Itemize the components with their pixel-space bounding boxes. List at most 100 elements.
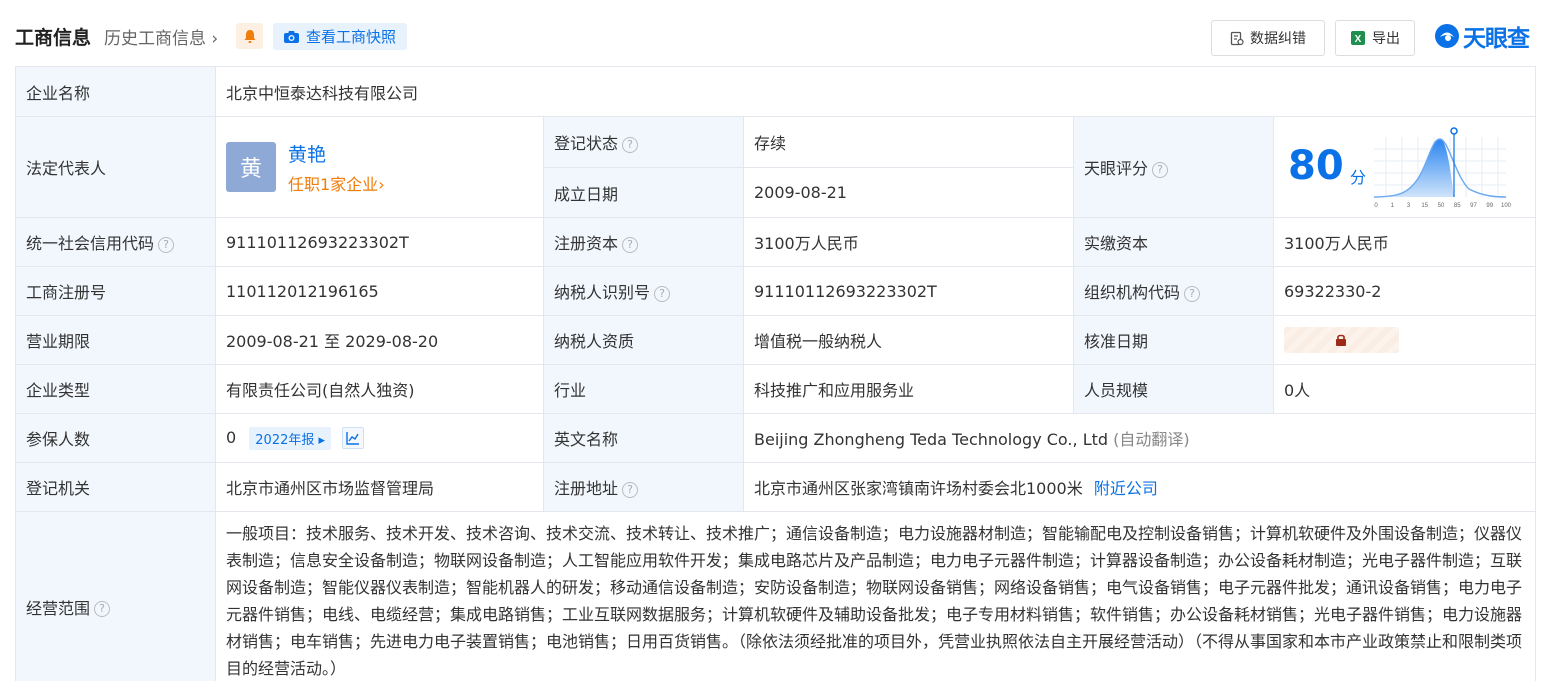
score-tick-label: 1 <box>1391 203 1395 209</box>
help-icon[interactable]: ? <box>622 481 639 498</box>
status-value: 存续 <box>743 116 1074 168</box>
edit-doc-icon <box>1230 31 1244 45</box>
score-tick-label: 3 <box>1407 203 1411 209</box>
section-header: 工商信息 历史工商信息 › 查看工商快照 数据纠错 X 导出 天眼查 <box>0 0 1550 66</box>
address-label: 注册地址 <box>554 479 619 498</box>
insured-cell: 0 2022年报 ▸ <box>215 413 544 463</box>
approve-date-cell <box>1272 315 1537 365</box>
tax-id-label-cell: 纳税人识别号? <box>543 266 744 316</box>
en-name-cell: Beijing Zhongheng Teda Technology Co., L… <box>742 413 1537 463</box>
insured-label: 参保人数 <box>15 413 216 463</box>
authority: 北京市通州区市场监督管理局 <box>215 462 544 512</box>
paid-capital-label: 实缴资本 <box>1073 217 1274 267</box>
legal-rep-label: 法定代表人 <box>15 116 216 218</box>
data-correct-button[interactable]: 数据纠错 <box>1211 20 1325 56</box>
table-row: 企业名称 北京中恒泰达科技有限公司 <box>15 66 1537 117</box>
history-link-label: 历史工商信息 <box>104 29 206 49</box>
found-date: 2009-08-21 <box>743 167 1074 218</box>
tax-id-label: 纳税人识别号 <box>554 283 651 302</box>
org-code: 69322330-2 <box>1272 266 1537 316</box>
credit-code-label-cell: 统一社会信用代码? <box>15 217 216 267</box>
legal-rep-positions[interactable]: 任职1家企业› <box>288 171 385 195</box>
org-code-label: 组织机构代码 <box>1084 283 1181 302</box>
legal-rep-cell: 黄 黄艳 任职1家企业› <box>215 116 544 218</box>
locked-value[interactable] <box>1284 327 1399 353</box>
table-row: 法定代表人 黄 黄艳 任职1家企业› 登记状态? 存续 天眼评分? 80 分 0… <box>15 116 1537 218</box>
scope-label-cell: 经营范围? <box>15 511 216 681</box>
help-icon[interactable]: ? <box>622 236 639 253</box>
score-distribution-chart: 0 1 3 15 50 85 97 99 100 <box>1374 127 1512 209</box>
score-unit: 分 <box>1350 168 1367 187</box>
bell-button[interactable] <box>236 23 263 49</box>
score-cell[interactable]: 80 分 0 1 3 15 50 85 97 99 100 <box>1272 116 1537 218</box>
snapshot-button[interactable]: 查看工商快照 <box>273 23 407 50</box>
trend-chart-icon <box>346 432 360 445</box>
credit-code: 91110112693223302T <box>215 217 544 267</box>
authority-label: 登记机关 <box>15 462 216 512</box>
credit-code-label: 统一社会信用代码 <box>26 234 155 253</box>
tianyancha-logo[interactable]: 天眼查 <box>1434 20 1530 52</box>
legal-rep-positions-label: 任职1家企业 <box>288 174 379 194</box>
business-scope: 一般项目：技术服务、技术开发、技术咨询、技术交流、技术转让、技术推广；通信设备制… <box>226 524 1523 678</box>
tax-qual: 增值税一般纳税人 <box>743 315 1074 365</box>
found-date-label: 成立日期 <box>543 167 744 218</box>
table-row: 营业期限 2009-08-21 至 2029-08-20 纳税人资质 增值税一般… <box>15 315 1537 365</box>
lock-icon <box>1336 334 1346 346</box>
scope-cell: 一般项目：技术服务、技术开发、技术咨询、技术交流、技术转让、技术推广；通信设备制… <box>214 511 1537 681</box>
paid-capital: 3100万人民币 <box>1272 217 1537 267</box>
chevron-right-icon: › <box>378 174 385 194</box>
table-row: 统一社会信用代码? 91110112693223302T 注册资本? 3100万… <box>15 217 1537 267</box>
en-name: Beijing Zhongheng Teda Technology Co., L… <box>754 430 1109 449</box>
address-cell: 北京市通州区张家湾镇南许场村委会北1000米 附近公司 <box>742 462 1537 512</box>
help-icon[interactable]: ? <box>1184 285 1201 302</box>
trend-chart-button[interactable] <box>342 427 365 449</box>
score-label-cell: 天眼评分? <box>1073 116 1274 218</box>
avatar[interactable]: 黄 <box>226 142 276 192</box>
auto-translate-note: (自动翻译) <box>1113 430 1190 449</box>
scope-label: 经营范围 <box>26 598 91 618</box>
snapshot-label: 查看工商快照 <box>306 28 397 46</box>
score-tick-label: 85 <box>1454 203 1461 209</box>
type-label: 企业类型 <box>15 364 216 414</box>
bell-icon <box>244 29 255 43</box>
score-label: 天眼评分 <box>1084 159 1149 178</box>
business-info-table: 企业名称 北京中恒泰达科技有限公司 法定代表人 黄 黄艳 任职1家企业› 登记状… <box>15 66 1537 681</box>
score-tick-label: 99 <box>1486 203 1493 209</box>
help-icon[interactable]: ? <box>622 136 639 153</box>
help-icon[interactable]: ? <box>158 236 175 253</box>
legal-rep-name[interactable]: 黄艳 <box>288 140 385 167</box>
org-code-label-cell: 组织机构代码? <box>1073 266 1274 316</box>
caret-right-icon: ▸ <box>318 432 326 448</box>
logo-eye-icon <box>1435 24 1459 48</box>
address: 北京市通州区张家湾镇南许场村委会北1000米 <box>754 479 1083 498</box>
status-label-cell: 登记状态? <box>543 116 744 168</box>
reg-no-label: 工商注册号 <box>15 266 216 316</box>
table-row: 企业类型 有限责任公司(自然人独资) 行业 科技推广和应用服务业 人员规模 0人 <box>15 364 1537 414</box>
score-tick-label: 97 <box>1470 203 1477 209</box>
data-correct-label: 数据纠错 <box>1250 31 1306 47</box>
help-icon[interactable]: ? <box>654 285 671 302</box>
chevron-right-icon: › <box>211 29 219 49</box>
reg-capital: 3100万人民币 <box>743 217 1074 267</box>
annual-report-tag[interactable]: 2022年报 ▸ <box>249 426 332 450</box>
insured-count: 0 <box>226 427 237 447</box>
export-button[interactable]: X 导出 <box>1335 20 1415 56</box>
company-type: 有限责任公司(自然人独资) <box>215 364 544 414</box>
camera-icon <box>284 30 299 43</box>
reg-no: 110112012196165 <box>215 266 544 316</box>
help-icon[interactable]: ? <box>1152 161 1169 178</box>
industry: 科技推广和应用服务业 <box>743 364 1074 414</box>
table-row: 参保人数 0 2022年报 ▸ 英文名称 Beijing Zhongheng T… <box>15 413 1537 463</box>
tax-qual-label: 纳税人资质 <box>543 315 744 365</box>
history-link[interactable]: 历史工商信息 › <box>104 24 218 49</box>
tax-id: 91110112693223302T <box>743 266 1074 316</box>
reg-capital-label-cell: 注册资本? <box>543 217 744 267</box>
export-label: 导出 <box>1372 31 1400 47</box>
term: 2009-08-21 至 2029-08-20 <box>215 315 544 365</box>
svg-text:X: X <box>1355 34 1362 45</box>
help-icon[interactable]: ? <box>94 601 111 617</box>
annual-report-tag-label: 2022年报 <box>255 432 315 448</box>
score-tick-label: 15 <box>1421 203 1428 209</box>
company-name: 北京中恒泰达科技有限公司 <box>214 66 1537 117</box>
nearby-companies-link[interactable]: 附近公司 <box>1094 479 1158 498</box>
